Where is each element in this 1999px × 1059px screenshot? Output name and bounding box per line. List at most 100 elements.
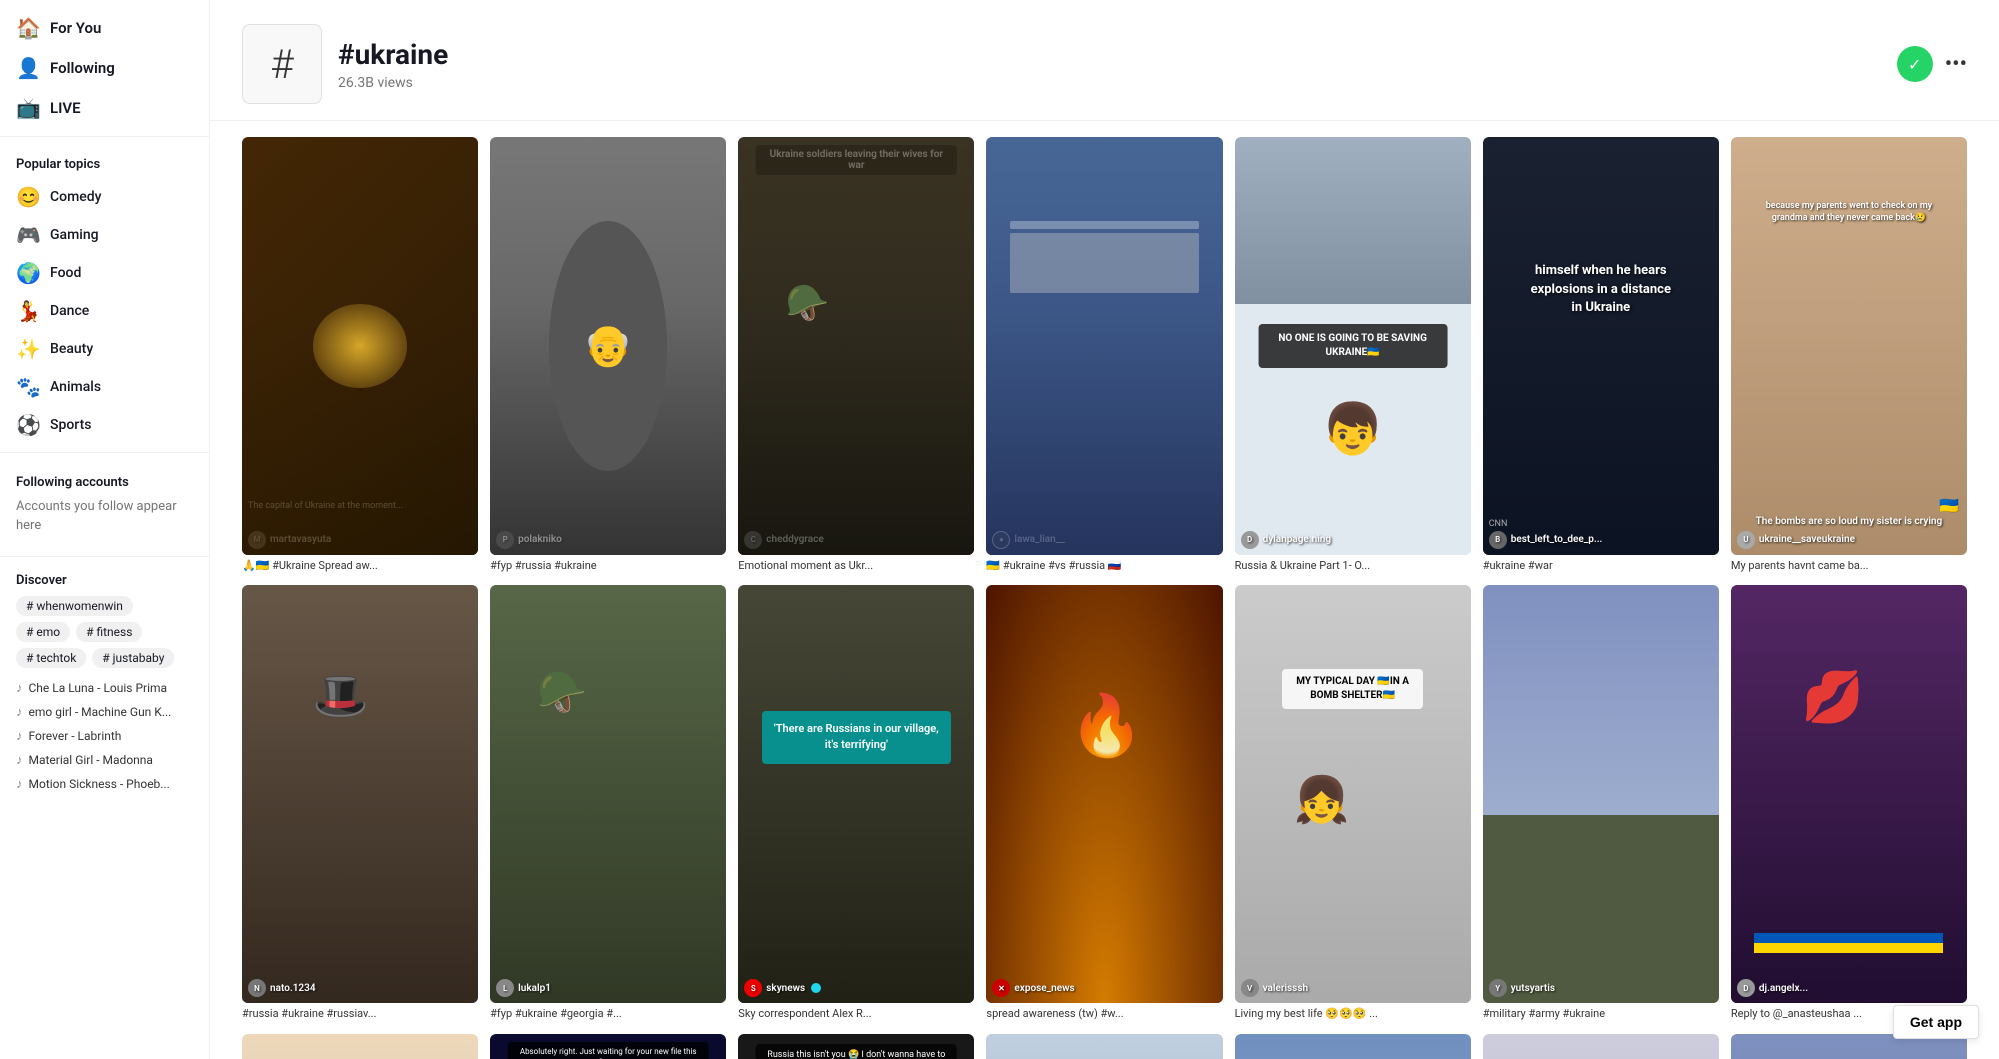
video-card-4[interactable]: ● lawa_lian__ 🇺🇦 #ukraine #vs #russia 🇷🇺 <box>986 137 1222 573</box>
video-card-6[interactable]: himself when he hears explosions in a di… <box>1483 137 1719 573</box>
music-item-4[interactable]: ♪ Material Girl - Madonna <box>16 748 193 772</box>
live-icon: 📺 <box>16 96 40 120</box>
nav-live[interactable]: 📺 LIVE <box>0 88 209 128</box>
video-6-user: B best_left_to_dee_p... <box>1489 531 1713 549</box>
video-row-1: The capital of Ukraine at the moment... … <box>242 137 1967 573</box>
topic-beauty[interactable]: ✨ Beauty <box>0 330 209 368</box>
video-card-20[interactable]: Russia: Let's invade UkraineMe asf: <box>1483 1034 1719 1059</box>
bottom-overlay-5: D dylanpage.ning <box>1235 525 1471 555</box>
video-card-17[interactable]: Russia this isn't you 😭 I don't wanna ha… <box>738 1034 974 1059</box>
tag-whenwomenwin[interactable]: # whenwomenwin <box>16 596 133 616</box>
nav-following[interactable]: 👤 Following <box>0 48 209 88</box>
bottom-overlay-14: D dj.angelx... <box>1731 973 1967 1003</box>
hashtag-title: #ukraine <box>338 38 1881 71</box>
caption-4: 🇺🇦 #ukraine #vs #russia 🇷🇺 <box>986 559 1222 573</box>
caption-5: Russia & Ukraine Part 1- O... <box>1235 559 1471 573</box>
video-card-18[interactable]: 🌲 <box>986 1034 1222 1059</box>
music-item-3[interactable]: ♪ Forever - Labrinth <box>16 724 193 748</box>
music-icon-4: ♪ <box>16 752 23 768</box>
username-7: ukraine__saveukraine <box>1759 534 1855 545</box>
tag-justababy[interactable]: # justababy <box>92 648 174 668</box>
face-emoji-2: 👴 <box>583 322 633 369</box>
video-thumb-12: MY TYPICAL DAY 🇺🇦IN A BOMB SHELTER🇺🇦 👧 V… <box>1235 585 1471 1003</box>
home-icon: 🏠 <box>16 16 40 40</box>
video-8-user: N nato.1234 <box>248 979 472 997</box>
fire-bg-11 <box>986 585 1222 1003</box>
topic-food-label: Food <box>50 265 81 281</box>
video-thumb-4: ● lawa_lian__ <box>986 137 1222 555</box>
caption-9: #fyp #ukraine #georgia #... <box>490 1007 726 1021</box>
music-icon-5: ♪ <box>16 776 23 792</box>
bg-grad-20 <box>1483 1034 1719 1059</box>
whatsapp-share-button[interactable]: ✓ <box>1897 46 1933 82</box>
caption-7: My parents havnt came ba... <box>1731 559 1967 573</box>
bottom-overlay-13: Y yutsyartis <box>1483 973 1719 1003</box>
dance-icon: 💃 <box>16 299 40 323</box>
video-card-5[interactable]: 👦 NO ONE IS GOING TO BE SAVING UKRAINE🇺🇦… <box>1235 137 1471 573</box>
bg-grad-4 <box>986 137 1222 555</box>
topic-animals[interactable]: 🐾 Animals <box>0 368 209 406</box>
view-count: 26.3B views <box>338 75 1881 91</box>
bottom-overlay-9: L lukalp1 <box>490 973 726 1003</box>
music-item-1[interactable]: ♪ Che La Luna - Louis Prima <box>16 676 193 700</box>
person-emoji-5: 👦 <box>1322 401 1384 459</box>
center-text-7: because my parents went to check on my g… <box>1749 200 1950 225</box>
music-item-2[interactable]: ♪ emo girl - Machine Gun K... <box>16 700 193 724</box>
bottom-overlay-6: CNN B best_left_to_dee_p... <box>1483 513 1719 555</box>
face-emoji-14: 💋 <box>1802 669 1864 727</box>
main-content: # #ukraine 26.3B views ✓ ••• The capital… <box>210 0 1999 1059</box>
video-card-12[interactable]: MY TYPICAL DAY 🇺🇦IN A BOMB SHELTER🇺🇦 👧 V… <box>1235 585 1471 1021</box>
avatar-14: D <box>1737 979 1755 997</box>
topic-dance[interactable]: 💃 Dance <box>0 292 209 330</box>
topic-food[interactable]: 🌍 Food <box>0 254 209 292</box>
avatar-6: B <box>1489 531 1507 549</box>
video-card-9[interactable]: 🪖 L lukalp1 #fyp #ukraine #georgia #... <box>490 585 726 1021</box>
avatar-13: Y <box>1489 979 1507 997</box>
username-10: skynews <box>766 983 805 994</box>
video-card-11[interactable]: 🔥 ✕ expose_news spread awareness (tw) #w… <box>986 585 1222 1021</box>
caption-11: spread awareness (tw) #w... <box>986 1007 1222 1021</box>
tag-fitness[interactable]: # fitness <box>76 622 142 642</box>
video-card-2[interactable]: P polaknikо 👴 #fyp #russia #ukraine <box>490 137 726 573</box>
video-thumb-14: 💋 D dj.angelx... <box>1731 585 1967 1003</box>
username-9: lukalp1 <box>518 983 551 994</box>
video-12-user: V valerisssh <box>1241 979 1465 997</box>
bg-grad-15 <box>242 1034 478 1059</box>
video-thumb-11: 🔥 ✕ expose_news <box>986 585 1222 1003</box>
video-card-1[interactable]: The capital of Ukraine at the moment... … <box>242 137 478 573</box>
bottom-overlay-8: N nato.1234 <box>242 973 478 1003</box>
video-9-user: L lukalp1 <box>496 979 720 997</box>
tag-emo[interactable]: # emo <box>16 622 70 642</box>
video-card-19[interactable]: today even the sky said with Ukrainian <box>1235 1034 1471 1059</box>
topic-sports[interactable]: ⚽ Sports <box>0 406 209 444</box>
tag-techtok[interactable]: # techtok <box>16 648 86 668</box>
video-row-3: 👶 🇷🇺🇺🇦 Absolutely right. Just waiting fo… <box>242 1034 1967 1059</box>
discover-section: Discover # whenwomenwin # emo # fitness … <box>0 565 209 804</box>
sidebar: 🏠 For You 👤 Following 📺 LIVE Popular top… <box>0 0 210 1059</box>
video-card-13[interactable]: Y yutsyartis #military #army #ukraine <box>1483 585 1719 1021</box>
verified-badge-10 <box>811 983 821 993</box>
caption-6: #ukraine #war <box>1483 559 1719 573</box>
video-card-14[interactable]: 💋 D dj.angelx... Reply to @_anasteushaa … <box>1731 585 1967 1021</box>
topic-comedy[interactable]: 😊 Comedy <box>0 178 209 216</box>
avatar-10: S <box>744 979 762 997</box>
nav-for-you[interactable]: 🏠 For You <box>0 8 209 48</box>
video-card-10[interactable]: 'There are Russians in our village, it's… <box>738 585 974 1021</box>
highlighted-text-10: 'There are Russians in our village, it's… <box>762 711 951 764</box>
video-card-7[interactable]: because my parents went to check on my g… <box>1731 137 1967 573</box>
video-thumb-9: 🪖 L lukalp1 <box>490 585 726 1003</box>
more-options-button[interactable]: ••• <box>1945 52 1967 77</box>
video-card-3[interactable]: Ukraine soldiers leaving their wives for… <box>738 137 974 573</box>
avatar-7: U <box>1737 531 1755 549</box>
figure-emoji-9: 🪖 <box>537 669 587 716</box>
music-item-5[interactable]: ♪ Motion Sickness - Phoeb... <box>16 772 193 796</box>
nav-section: 🏠 For You 👤 Following 📺 LIVE <box>0 8 209 128</box>
video-card-8[interactable]: 🎩 N nato.1234 #russia #ukraine #russiav.… <box>242 585 478 1021</box>
avatar-11: ✕ <box>992 979 1010 997</box>
bottom-overlay-10: S skynews <box>738 973 974 1003</box>
video-card-16[interactable]: Absolutely right. Just waiting for your … <box>490 1034 726 1059</box>
video-card-15[interactable]: 👶 🇷🇺🇺🇦 <box>242 1034 478 1059</box>
center-text-5: NO ONE IS GOING TO BE SAVING UKRAINE🇺🇦 <box>1258 324 1447 368</box>
get-app-button[interactable]: Get app <box>1893 1005 1979 1039</box>
topic-gaming[interactable]: 🎮 Gaming <box>0 216 209 254</box>
